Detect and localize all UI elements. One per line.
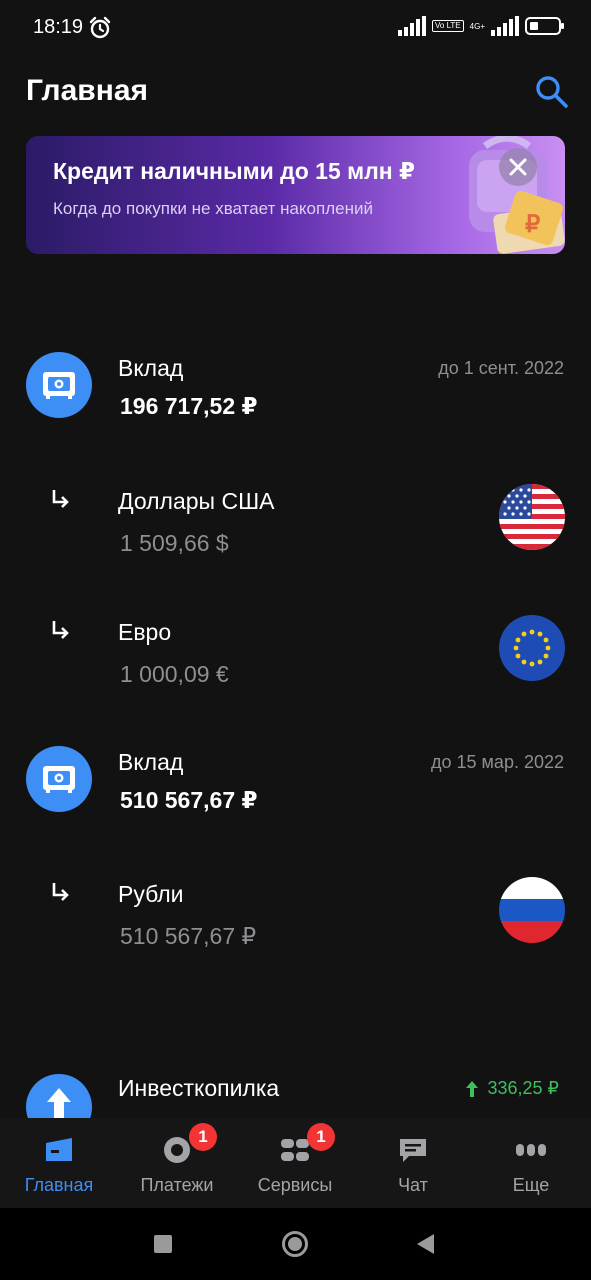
promo-close-button[interactable] bbox=[499, 148, 537, 186]
growth-arrow-icon bbox=[26, 1074, 92, 1118]
eur-subaccount-row[interactable]: Евро 1 000,09 € bbox=[0, 615, 591, 695]
svg-text:₽: ₽ bbox=[525, 211, 540, 238]
account-name: Евро bbox=[118, 619, 172, 645]
tab-label: Еще bbox=[512, 1175, 550, 1195]
search-button[interactable] bbox=[532, 72, 572, 112]
bottom-tab-bar: Главная 1 Платежи 1 Сервисы Чат Еще bbox=[0, 1118, 591, 1208]
promo-title: Кредит наличными до 15 млн ₽ bbox=[53, 158, 416, 184]
close-icon bbox=[509, 158, 527, 176]
sub-account-arrow-icon bbox=[52, 621, 69, 639]
notification-badge: 1 bbox=[189, 1123, 217, 1151]
usa-flag-icon bbox=[499, 484, 565, 550]
account-balance: 510 567,67 ₽ bbox=[120, 787, 258, 813]
usd-subaccount-row[interactable]: Доллары США 1 509,66 $ bbox=[0, 484, 591, 564]
tab-payments[interactable]: 1 Платежи bbox=[118, 1118, 236, 1208]
account-balance: 1 000,09 € bbox=[120, 661, 229, 687]
russia-flag-icon bbox=[499, 877, 565, 943]
promo-subtitle: Когда до покупки не хватает накоплений bbox=[53, 199, 373, 218]
sub-account-arrow-icon bbox=[52, 490, 69, 508]
back-triangle-icon bbox=[417, 1234, 434, 1254]
account-balance: 1 509,66 $ bbox=[120, 530, 229, 556]
signal-strength-icon bbox=[398, 16, 426, 36]
recent-apps-button[interactable] bbox=[147, 1228, 179, 1260]
more-icon bbox=[516, 1144, 546, 1156]
account-name: Доллары США bbox=[118, 488, 275, 514]
investment-growth: 336,25 ₽ bbox=[465, 1078, 559, 1099]
network-type: 4G+ bbox=[469, 21, 485, 31]
deposit-account-row[interactable]: Вклад 196 717,52 ₽ до 1 сент. 2022 bbox=[0, 350, 591, 450]
circle-icon bbox=[282, 1231, 308, 1257]
status-time: 18:19 bbox=[33, 16, 84, 38]
alarm-clock-icon bbox=[89, 16, 111, 39]
home-button[interactable] bbox=[279, 1228, 311, 1260]
eu-flag-icon bbox=[499, 615, 565, 681]
account-balance: 510 567,67 ₽ bbox=[120, 923, 257, 949]
battery-icon bbox=[525, 17, 564, 35]
account-name: Вклад bbox=[118, 749, 184, 775]
chat-bubble-icon bbox=[400, 1139, 426, 1162]
home-card-icon bbox=[46, 1138, 72, 1161]
arrow-up-icon bbox=[466, 1080, 479, 1097]
account-name: Инвесткопилка bbox=[118, 1075, 280, 1101]
safe-icon bbox=[26, 746, 92, 812]
volte-indicator: Vo LTE bbox=[432, 20, 464, 32]
tab-label: Главная bbox=[24, 1175, 94, 1195]
tab-label: Чат bbox=[398, 1175, 428, 1195]
safe-icon bbox=[26, 352, 92, 418]
status-bar: 18:19 Vo LTE 4G+ bbox=[0, 0, 591, 56]
back-button[interactable] bbox=[410, 1228, 442, 1260]
status-indicators: Vo LTE 4G+ bbox=[398, 16, 564, 36]
deposit-end-date: до 15 мар. 2022 bbox=[431, 752, 564, 772]
tab-more[interactable]: Еще bbox=[472, 1118, 590, 1208]
deposit-account-row[interactable]: Вклад 510 567,67 ₽ до 15 мар. 2022 bbox=[0, 744, 591, 844]
sub-account-arrow-icon bbox=[52, 883, 69, 901]
growth-value: 336,25 ₽ bbox=[487, 1078, 559, 1098]
rub-subaccount-row[interactable]: Рубли 510 567,67 ₽ bbox=[0, 877, 591, 957]
tab-home[interactable]: Главная bbox=[0, 1118, 118, 1208]
tab-services[interactable]: 1 Сервисы bbox=[236, 1118, 354, 1208]
notification-badge: 1 bbox=[307, 1123, 335, 1151]
account-name: Рубли bbox=[118, 881, 184, 907]
tab-chat[interactable]: Чат bbox=[354, 1118, 472, 1208]
page-title: Главная bbox=[26, 74, 149, 107]
promo-banner[interactable]: Кредит наличными до 15 млн ₽ Когда до по… bbox=[26, 136, 565, 254]
search-icon bbox=[536, 76, 568, 108]
account-balance: 196 717,52 ₽ bbox=[120, 393, 258, 419]
square-icon bbox=[154, 1235, 172, 1253]
tab-label: Платежи bbox=[140, 1175, 214, 1195]
deposit-end-date: до 1 сент. 2022 bbox=[438, 358, 564, 378]
account-name: Вклад bbox=[118, 355, 184, 381]
system-navigation-bar bbox=[0, 1208, 591, 1280]
tab-label: Сервисы bbox=[257, 1175, 333, 1195]
signal-strength-icon bbox=[491, 16, 519, 36]
